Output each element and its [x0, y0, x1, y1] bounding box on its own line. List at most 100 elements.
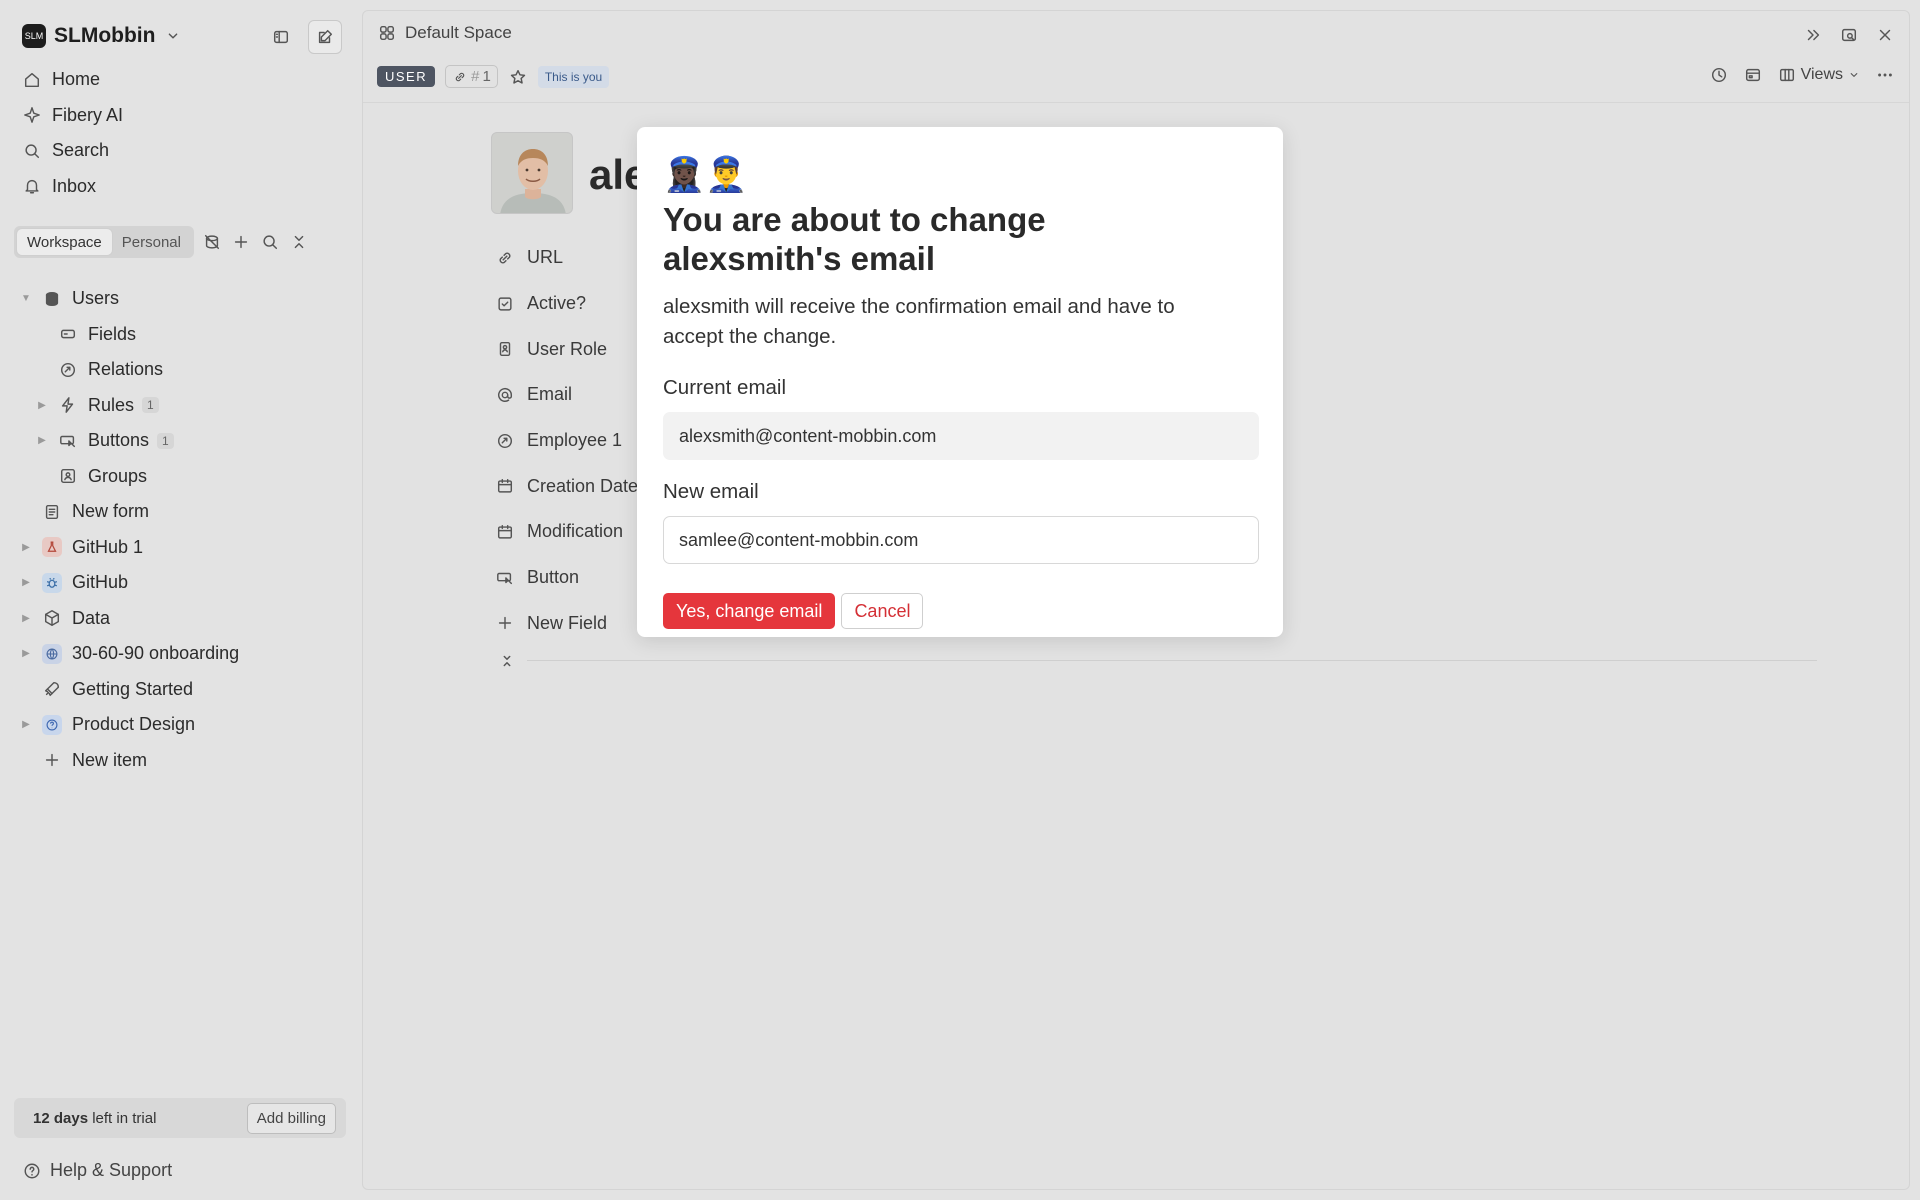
- help-support-link[interactable]: Help & Support: [22, 1160, 172, 1181]
- field-url[interactable]: URL: [495, 235, 638, 281]
- plus-icon: [42, 750, 62, 770]
- field-employee-1[interactable]: Employee 1: [495, 418, 638, 464]
- field-label: Button: [527, 567, 580, 588]
- double-chevron-right-icon[interactable]: [1803, 25, 1823, 45]
- tree-item-rules[interactable]: ▶ Rules 1: [18, 388, 358, 424]
- tree-item-users[interactable]: ▼ Users: [18, 281, 358, 317]
- entity-id-badge[interactable]: #1: [445, 65, 498, 88]
- tree-item-label: Getting Started: [72, 678, 194, 699]
- breadcrumb-space[interactable]: Default Space: [405, 23, 512, 43]
- nav-fibery-ai[interactable]: Fibery AI: [20, 98, 123, 134]
- current-email-label: Current email: [663, 376, 787, 399]
- panel-layout-icon[interactable]: [1743, 65, 1763, 85]
- type-badge: USER: [377, 66, 436, 87]
- new-entity-button[interactable]: [308, 20, 342, 54]
- search-icon[interactable]: [260, 232, 280, 252]
- field-label: Employee 1: [527, 430, 623, 451]
- workspace-switcher[interactable]: SLM SLMobbin: [22, 20, 183, 52]
- cursor-button-icon: [495, 568, 515, 588]
- tree-item-groups[interactable]: Groups: [18, 459, 358, 495]
- calendar-icon: [495, 476, 515, 496]
- history-clock-icon[interactable]: [1709, 65, 1729, 85]
- nav-search[interactable]: Search: [20, 133, 123, 169]
- views-dropdown[interactable]: Views: [1777, 65, 1861, 85]
- caret-right-icon[interactable]: ▶: [18, 717, 34, 733]
- dialog-title: You are about to change alexsmith's emai…: [663, 201, 1046, 277]
- dialog-actions: Yes, change email Cancel: [663, 593, 1258, 629]
- tree-item-github[interactable]: ▶ GitHub: [18, 565, 358, 601]
- close-icon[interactable]: [1875, 25, 1895, 45]
- caret-right-icon[interactable]: ▶: [18, 610, 34, 626]
- current-email-field: alexsmith@content-mobbin.com: [663, 412, 1259, 460]
- tree-item-getting-started[interactable]: Getting Started: [18, 672, 358, 708]
- tree-item-onboarding[interactable]: ▶ 30-60-90 onboarding: [18, 636, 358, 672]
- tree-item-github-1[interactable]: ▶ GitHub 1: [18, 530, 358, 566]
- caret-right-icon[interactable]: ▶: [18, 575, 34, 591]
- add-billing-button[interactable]: Add billing: [246, 1102, 336, 1134]
- tree-item-label: Groups: [88, 465, 148, 486]
- field-label: Creation Date: [527, 475, 639, 496]
- confirm-change-email-button[interactable]: Yes, change email: [663, 593, 836, 629]
- caret-down-icon[interactable]: ▼: [18, 291, 34, 307]
- open-full-icon[interactable]: [1839, 25, 1859, 45]
- space-tabs: Workspace Personal: [14, 226, 350, 258]
- tree-item-label: GitHub: [72, 572, 129, 593]
- field-label: Modification: [527, 521, 624, 542]
- new-email-field[interactable]: samlee@content-mobbin.com: [663, 516, 1259, 564]
- avatar[interactable]: [491, 132, 573, 214]
- calendar-icon: [495, 522, 515, 542]
- tree-item-new-item[interactable]: New item: [18, 743, 358, 779]
- tree-item-fields[interactable]: Fields: [18, 317, 358, 353]
- section-divider: [527, 660, 1817, 661]
- hide-database-icon[interactable]: [202, 232, 222, 252]
- entity-toolbar: Views: [1709, 65, 1895, 85]
- field-label: Active?: [527, 293, 587, 314]
- field-active[interactable]: Active?: [495, 281, 638, 327]
- plus-icon[interactable]: [231, 232, 251, 252]
- field-label: New Field: [527, 612, 608, 633]
- field-email[interactable]: Email: [495, 372, 638, 418]
- cancel-button[interactable]: Cancel: [841, 593, 924, 629]
- cursor-button-icon: [58, 431, 78, 451]
- field-button[interactable]: Button: [495, 555, 638, 601]
- tree-item-buttons[interactable]: ▶ Buttons 1: [18, 423, 358, 459]
- tab-workspace[interactable]: Workspace: [17, 229, 112, 255]
- caret-right-icon[interactable]: ▶: [18, 646, 34, 662]
- tree-item-product-design[interactable]: ▶ Product Design: [18, 707, 358, 743]
- tree-item-data[interactable]: ▶ Data: [18, 601, 358, 637]
- views-label: Views: [1800, 66, 1843, 83]
- caret-right-icon[interactable]: ▶: [18, 539, 34, 555]
- at-icon: [495, 385, 515, 405]
- tab-personal[interactable]: Personal: [112, 229, 191, 255]
- field-modification-date[interactable]: Modification: [495, 509, 638, 555]
- toggle-sidebar-button[interactable]: [264, 20, 298, 54]
- main-nav: Home Fibery AI Search Inbox: [20, 62, 123, 204]
- field-user-role[interactable]: User Role: [495, 326, 638, 372]
- new-email-label: New email: [663, 480, 759, 503]
- tree-item-label: Relations: [88, 359, 164, 380]
- tree-item-relations[interactable]: Relations: [18, 352, 358, 388]
- nav-home[interactable]: Home: [20, 62, 123, 98]
- cube-icon: [42, 608, 62, 628]
- more-horizontal-icon[interactable]: [1875, 65, 1895, 85]
- collapse-fields-icon[interactable]: [497, 651, 517, 671]
- tree-item-label: Fields: [88, 323, 137, 344]
- caret-right-icon[interactable]: ▶: [34, 433, 50, 449]
- field-label: Email: [527, 384, 573, 405]
- nav-inbox[interactable]: Inbox: [20, 169, 123, 205]
- collapse-all-icon[interactable]: [289, 232, 309, 252]
- new-field-button[interactable]: New Field: [495, 601, 638, 647]
- bell-icon: [22, 176, 42, 196]
- tree-item-label: Product Design: [72, 714, 196, 735]
- field-creation-date[interactable]: Creation Date: [495, 463, 638, 509]
- sidebar-panel-icon: [271, 27, 291, 47]
- tree-item-new-form[interactable]: New form: [18, 494, 358, 530]
- rules-count: 1: [142, 397, 159, 414]
- flask-icon: [42, 537, 62, 558]
- home-icon: [22, 70, 42, 90]
- star-icon[interactable]: [508, 67, 528, 87]
- caret-right-icon[interactable]: ▶: [34, 397, 50, 413]
- space-segmented-control: Workspace Personal: [14, 226, 194, 258]
- change-email-dialog: 👮🏿‍♀️👮‍♂️ You are about to change alexsm…: [637, 127, 1283, 637]
- bolt-icon: [58, 395, 78, 415]
